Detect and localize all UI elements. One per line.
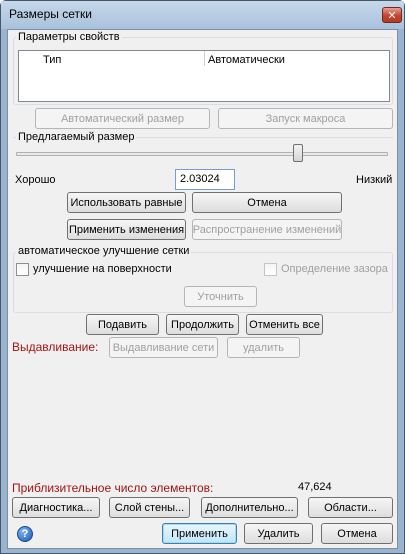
cancel-button[interactable]: Отмена [321, 523, 393, 544]
properties-list[interactable]: Тип Автоматически [18, 50, 390, 102]
regions-button[interactable]: Области... [308, 497, 393, 518]
apply-changes-button[interactable]: Применить изменения [67, 219, 186, 240]
surface-refine-label: улучшение на поверхности [33, 263, 172, 275]
run-macro-button[interactable]: Запуск макроса [218, 108, 393, 129]
window-title: Размеры сетки [9, 7, 92, 21]
properties-group-label: Параметры свойств [16, 31, 122, 43]
undo-all-button[interactable]: Отменить все [246, 314, 323, 335]
low-label: Низкий [356, 174, 393, 186]
use-equal-button[interactable]: Использовать равные [67, 192, 186, 213]
propagate-changes-button[interactable]: Распространение изменений [192, 219, 342, 240]
size-group-label: Предлагаемый размер [16, 131, 137, 143]
extrude-mesh-button[interactable]: Выдавливание сети [109, 337, 218, 358]
delete-button[interactable]: Удалить [244, 523, 313, 544]
size-slider-track[interactable] [16, 152, 388, 156]
surface-refine-checkbox[interactable] [16, 263, 29, 276]
close-icon[interactable]: ✕ [382, 7, 402, 23]
apply-button[interactable]: Применить [162, 523, 237, 544]
refine-button[interactable]: Уточнить [184, 286, 257, 307]
dialog-body: Параметры свойств Тип Автоматически Авто… [7, 29, 398, 549]
good-label: Хорошо [15, 174, 56, 186]
refine-group-label: автоматическое улучшение сетки [16, 245, 192, 257]
column-divider [204, 51, 205, 66]
extrude-label: Выдавливание: [12, 340, 99, 354]
gap-detect-label: Определение зазора [281, 263, 388, 275]
column-auto: Автоматически [208, 54, 285, 66]
suppress-button[interactable]: Подавить [86, 314, 159, 335]
wall-layer-button[interactable]: Слой стены... [109, 497, 190, 518]
help-icon[interactable]: ? [17, 526, 33, 542]
diagnostics-button[interactable]: Диагностика... [12, 497, 100, 518]
size-slider-thumb[interactable] [292, 144, 303, 162]
auto-size-button[interactable]: Автоматический размер [35, 108, 210, 129]
column-type: Тип [43, 54, 62, 66]
mesh-sizes-dialog: Размеры сетки ✕ Параметры свойств Тип Ав… [0, 0, 405, 554]
element-count-label: Приблизительное число элементов: [12, 481, 214, 495]
advanced-button[interactable]: Дополнительно... [201, 497, 298, 518]
gap-detect-checkbox[interactable] [264, 263, 277, 276]
size-cancel-button[interactable]: Отмена [192, 192, 342, 213]
element-count-value: 47,624 [298, 481, 332, 493]
title-bar[interactable]: Размеры сетки ✕ [1, 1, 404, 29]
continue-button[interactable]: Продолжить [166, 314, 239, 335]
extrude-delete-button[interactable]: удалить [227, 337, 300, 358]
size-value-input[interactable]: 2.03024 [175, 169, 235, 190]
